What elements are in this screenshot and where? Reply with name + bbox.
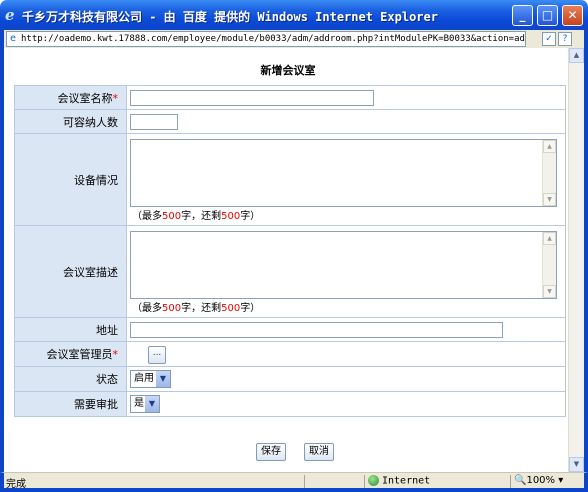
remaining-count: 500 <box>221 303 241 314</box>
address-bar-icons: ✓? <box>540 31 580 47</box>
textarea-scrollbar[interactable]: ▲ ▼ <box>542 232 556 298</box>
form-row-capacity: 可容纳人数 <box>14 109 566 134</box>
status-divider <box>364 475 365 488</box>
form-row-description: 会议室描述 ▲ ▼ （最多500字，还剩500字） <box>14 225 566 318</box>
content-area: 新增会议室 会议室名称* 可容纳人数 设备情况 ▲ ▼ （最多500字，还剩500… <box>0 48 588 472</box>
room-name-input[interactable] <box>130 89 374 106</box>
description-textarea[interactable]: ▲ ▼ <box>130 231 557 299</box>
form-row-approval: 需要审批 是 ▼ <box>14 391 566 417</box>
name-label: 会议室名称 <box>57 91 113 105</box>
window-title: 千乡万才科技有限公司 - 由 百度 提供的 Windows Internet E… <box>22 10 438 24</box>
status-bar: 完成 Internet 🔍100% ▾ <box>0 472 588 492</box>
close-button[interactable]: ✕ <box>562 5 583 26</box>
cancel-button[interactable]: 取消 <box>304 443 334 461</box>
form-row-equipment: 设备情况 ▲ ▼ （最多500字，还剩500字） <box>14 133 566 226</box>
remaining-count: 500 <box>221 211 241 222</box>
ie-logo-icon: e <box>5 6 15 24</box>
status-selected-value: 启用 <box>134 373 154 384</box>
equipment-hint: （最多500字，还剩500字） <box>132 211 261 222</box>
equipment-label: 设备情况 <box>74 173 118 187</box>
address-input[interactable] <box>130 321 503 338</box>
status-select[interactable]: 启用 ▼ <box>130 370 171 388</box>
page-title: 新增会议室 <box>260 64 316 77</box>
chevron-down-icon[interactable]: ▼ <box>156 371 170 387</box>
capacity-label: 可容纳人数 <box>63 115 118 129</box>
max-count: 500 <box>162 303 182 314</box>
save-button[interactable]: 保存 <box>256 443 286 461</box>
required-mark: * <box>112 348 119 361</box>
scroll-up-icon[interactable]: ▲ <box>543 140 556 153</box>
scroll-down-icon[interactable]: ▼ <box>543 285 556 298</box>
approval-select[interactable]: 是 ▼ <box>130 395 160 413</box>
approval-selected-value: 是 <box>134 398 144 409</box>
address-label: 地址 <box>96 323 118 337</box>
address-bar: e http://oademo.kwt.17888.com/employee/m… <box>0 30 588 48</box>
name-label-cell: 会议室名称* <box>14 85 127 110</box>
description-hint: （最多500字，还剩500字） <box>132 303 261 314</box>
room-form: 会议室名称* 可容纳人数 设备情况 ▲ ▼ （最多500字，还剩500字） 会议室… <box>14 85 566 417</box>
status-divider <box>304 475 305 488</box>
security-zone[interactable]: Internet <box>368 475 430 487</box>
page-scrollbar[interactable]: ▲ ▼ <box>568 48 584 472</box>
chevron-down-icon[interactable]: ▼ <box>145 396 159 412</box>
scroll-down-icon[interactable]: ▼ <box>569 457 584 472</box>
form-row-status: 状态 启用 ▼ <box>14 366 566 392</box>
equipment-textarea[interactable]: ▲ ▼ <box>130 139 557 207</box>
form-row-address: 地址 <box>14 317 566 342</box>
description-label: 会议室描述 <box>63 265 118 279</box>
scroll-up-icon[interactable]: ▲ <box>569 48 584 63</box>
status-divider <box>510 475 511 488</box>
security-report-icon[interactable]: ✓ <box>542 32 556 46</box>
manager-label: 会议室管理员 <box>46 348 113 361</box>
help-icon[interactable]: ? <box>558 32 572 46</box>
globe-icon <box>368 475 379 486</box>
minimize-button[interactable]: _ <box>512 5 533 26</box>
manager-picker-button[interactable]: ... <box>148 345 166 364</box>
status-text: 完成 <box>6 479 26 490</box>
magnifier-icon: 🔍 <box>514 475 527 486</box>
approval-label: 需要审批 <box>74 398 118 411</box>
zoom-level[interactable]: 🔍100% ▾ <box>514 475 563 486</box>
form-row-name: 会议室名称* <box>14 85 566 110</box>
status-label: 状态 <box>96 373 118 386</box>
window-title-bar[interactable]: e 千乡万才科技有限公司 - 由 百度 提供的 Windows Internet… <box>0 0 588 30</box>
scroll-up-icon[interactable]: ▲ <box>543 232 556 245</box>
required-mark: * <box>112 91 119 105</box>
form-row-manager: 会议室管理员* ... <box>14 341 566 367</box>
max-count: 500 <box>162 211 182 222</box>
url-field[interactable]: e http://oademo.kwt.17888.com/employee/m… <box>6 31 526 47</box>
maximize-button[interactable]: □ <box>537 5 558 26</box>
textarea-scrollbar[interactable]: ▲ ▼ <box>542 140 556 206</box>
scroll-down-icon[interactable]: ▼ <box>543 193 556 206</box>
capacity-input[interactable] <box>130 113 178 130</box>
url-text: http://oademo.kwt.17888.com/employee/mod… <box>21 34 526 44</box>
page-icon: e <box>10 33 17 44</box>
